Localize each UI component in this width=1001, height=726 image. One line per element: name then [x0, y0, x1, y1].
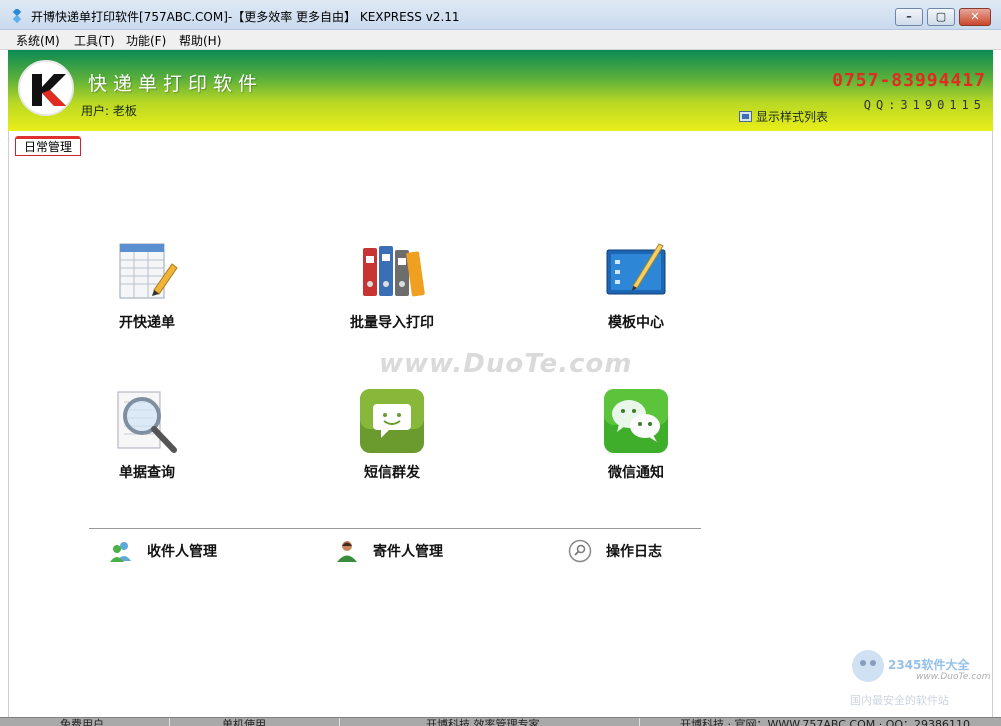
- window-titlebar: 开博快递单打印软件[757ABC.COM]-【更多效率 更多自由】 KEXPRE…: [0, 0, 1001, 30]
- feature-batch-import-print[interactable]: 批量导入打印: [327, 238, 457, 332]
- status-bar: 免费用户 单机使用 开博科技 效率管理专家 开博科技 · 官网：WWW.757A…: [0, 717, 1001, 726]
- search-circle-icon: [568, 539, 592, 563]
- feature-label: 微信通知: [608, 465, 664, 481]
- app-name: 快递单打印软件: [88, 73, 264, 95]
- status-company: 开博科技 效率管理专家: [340, 718, 640, 726]
- list-view-icon: [739, 111, 752, 122]
- feature-label: 单据查询: [119, 465, 175, 481]
- maximize-button[interactable]: ▢: [927, 8, 955, 26]
- close-button[interactable]: ✕: [959, 8, 991, 26]
- header-banner: 快递单打印软件 用户: 老板 0757-83994417 QQ:3190115 …: [8, 50, 993, 131]
- minimize-icon: –: [906, 10, 912, 23]
- watermark-text: www.DuoTe.com: [379, 349, 633, 379]
- link-sender-management[interactable]: 寄件人管理: [335, 539, 443, 563]
- style-list-label: 显示样式列表: [756, 110, 829, 124]
- status-contact: 开博科技 · 官网：WWW.757ABC.COM · QQ：29386110: [680, 718, 971, 726]
- feature-document-query[interactable]: 单据查询: [82, 388, 212, 482]
- minimize-button[interactable]: –: [895, 8, 923, 26]
- mascot-icon: [852, 650, 884, 682]
- watermark-brand: 2345软件大全: [888, 658, 970, 672]
- logo: [18, 60, 74, 116]
- link-label: 寄件人管理: [373, 544, 443, 560]
- link-operation-log[interactable]: 操作日志: [568, 539, 662, 563]
- feature-sms-broadcast[interactable]: 短信群发: [327, 388, 457, 482]
- app-icon: [12, 9, 22, 23]
- magnifier-document-icon: [117, 391, 177, 453]
- main-content: 日常管理 www.DuoTe.com 开快递单 批量导入打印 模板中心 单据查询…: [8, 131, 993, 717]
- sms-message-icon: [360, 389, 424, 453]
- user-label: 用户: 老板: [81, 104, 137, 118]
- feature-label: 批量导入打印: [350, 315, 434, 331]
- phone-number: 0757-83994417: [832, 70, 986, 91]
- contacts-icon: [110, 542, 131, 562]
- link-label: 操作日志: [606, 544, 662, 560]
- feature-label: 模板中心: [608, 315, 664, 331]
- status-user-type: 免费用户: [0, 718, 170, 726]
- maximize-icon: ▢: [935, 10, 947, 23]
- watermark-tag: 国内最安全的软件站: [850, 694, 949, 707]
- feature-label: 开快递单: [119, 315, 175, 331]
- logo-icon: [32, 74, 66, 106]
- tab-daily-management[interactable]: 日常管理: [15, 136, 82, 156]
- binders-icon: [363, 246, 425, 297]
- status-mode: 单机使用: [170, 718, 340, 726]
- style-list-toggle[interactable]: 显示样式列表: [739, 108, 828, 125]
- feature-create-waybill[interactable]: 开快递单: [82, 238, 212, 332]
- watermark-site: www.DuoTe.com: [916, 672, 991, 682]
- menu-system[interactable]: 系统(M): [16, 32, 60, 49]
- wechat-icon: [604, 389, 668, 453]
- feature-wechat-notify[interactable]: 微信通知: [571, 388, 701, 482]
- person-icon: [337, 541, 357, 562]
- menu-help[interactable]: 帮助(H): [179, 32, 221, 49]
- menu-bar: 系统(M) 工具(T) 功能(F) 帮助(H): [0, 30, 1001, 50]
- menu-tools[interactable]: 工具(T): [74, 32, 115, 49]
- feature-template-center[interactable]: 模板中心: [571, 238, 701, 332]
- corner-watermark: 2345软件大全 www.DuoTe.com 国内最安全的软件站: [848, 646, 991, 716]
- menu-function[interactable]: 功能(F): [126, 32, 166, 49]
- template-board-icon: [606, 243, 666, 295]
- link-label: 收件人管理: [147, 544, 217, 560]
- feature-label: 短信群发: [364, 465, 420, 481]
- window-title: 开博快递单打印软件[757ABC.COM]-【更多效率 更多自由】 KEXPRE…: [31, 10, 460, 24]
- section-divider: [89, 528, 701, 529]
- link-recipient-management[interactable]: 收件人管理: [109, 539, 217, 563]
- close-icon: ✕: [970, 10, 980, 23]
- qq-number: QQ:3190115: [863, 98, 986, 112]
- spreadsheet-pencil-icon: [119, 243, 178, 299]
